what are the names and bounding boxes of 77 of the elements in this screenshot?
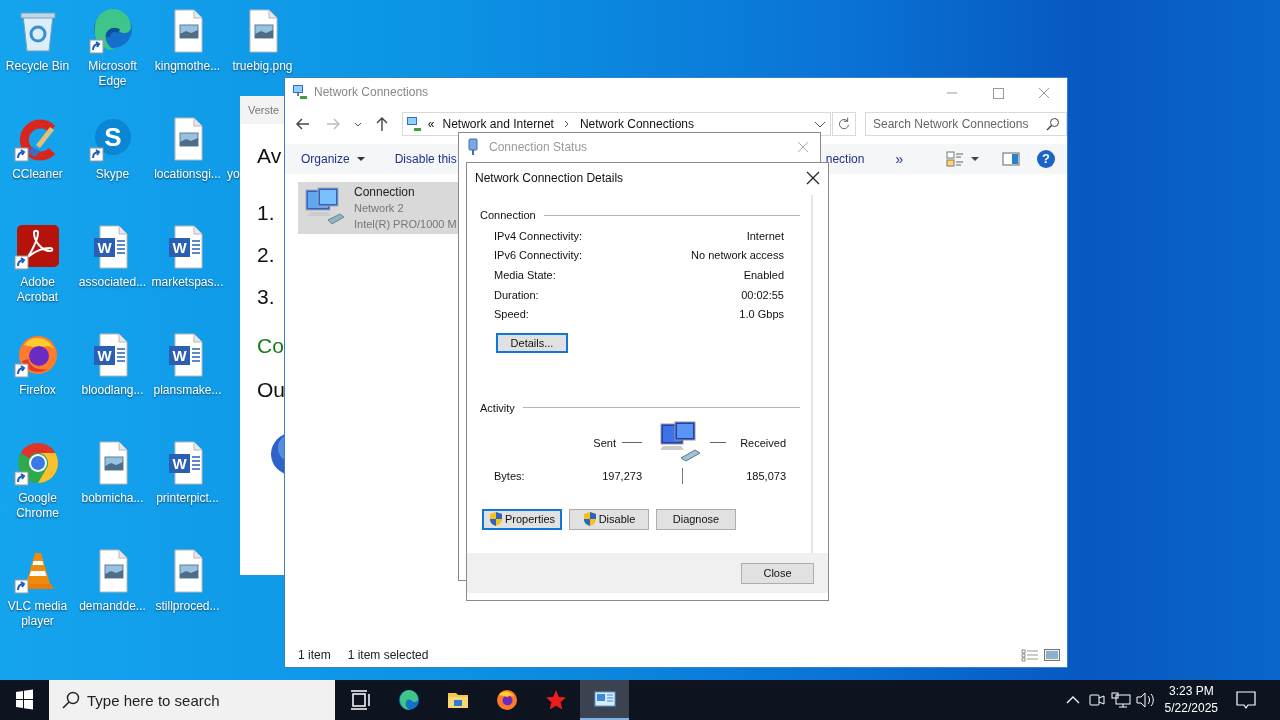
page-text: 3. xyxy=(257,284,275,310)
item-device: Intel(R) PRO/1000 M xyxy=(354,217,457,232)
icon-label[interactable]: Skype xyxy=(95,167,130,182)
overflow-button[interactable]: « xyxy=(427,117,435,131)
search-icon xyxy=(61,690,81,710)
icon-label[interactable]: printerpict... xyxy=(156,491,219,506)
breadcrumb[interactable]: Network and Internet xyxy=(442,117,554,131)
search-icon xyxy=(1045,116,1061,132)
shield-icon xyxy=(582,511,597,528)
page-text: Ou xyxy=(257,377,284,403)
help-button[interactable]: ? xyxy=(1037,150,1055,168)
acrobat-icon[interactable] xyxy=(13,223,62,271)
field-label: Duration: xyxy=(494,288,539,301)
search-field[interactable]: Search Network Connections xyxy=(865,112,1067,136)
large-icons-view-button[interactable] xyxy=(1043,648,1061,662)
page-text: Av xyxy=(257,143,282,169)
icon-label[interactable]: Microsoft Edge xyxy=(75,59,150,89)
icon-label[interactable]: kingmothe... xyxy=(154,59,221,74)
shield-icon xyxy=(488,511,503,528)
field-value: Internet xyxy=(746,229,784,242)
breadcrumb[interactable]: Network Connections xyxy=(579,117,694,131)
status-text: 1 item xyxy=(298,648,331,662)
field-label: Media State: xyxy=(494,269,556,281)
network-folder-icon xyxy=(292,84,308,100)
field-value: Enabled xyxy=(743,269,784,281)
preview-pane-button[interactable] xyxy=(1001,149,1021,169)
action-button[interactable]: Diagnose xyxy=(656,508,736,530)
icon-label[interactable]: associated... xyxy=(78,275,147,290)
search-field[interactable]: Type here to search xyxy=(49,680,335,720)
icon-label[interactable]: marketspas... xyxy=(151,275,224,290)
icon-label[interactable]: stillproced... xyxy=(155,599,220,614)
field-value: No network access xyxy=(691,249,784,262)
network-folder-icon xyxy=(405,116,422,132)
field-label: Speed: xyxy=(494,308,529,321)
icon-label[interactable]: demandde... xyxy=(79,599,146,614)
refresh-button[interactable] xyxy=(832,112,856,136)
star-icon xyxy=(543,688,568,712)
page-text: Co xyxy=(257,333,284,359)
edge-icon xyxy=(396,688,421,712)
dialog-title: Network Connection Details xyxy=(475,171,625,185)
command-button[interactable]: nection xyxy=(819,148,871,170)
item-name: Connection xyxy=(354,184,416,200)
action-button[interactable]: Disable xyxy=(569,508,649,530)
network-cable-icon xyxy=(467,138,479,156)
more-commands-button[interactable]: » xyxy=(889,147,910,171)
icon-label[interactable]: bobmicha... xyxy=(81,491,144,506)
field-value: 185,073 xyxy=(745,469,786,482)
group-heading: Activity xyxy=(480,401,515,414)
activity-label: Received xyxy=(740,436,786,449)
taskbar-button[interactable] xyxy=(580,680,629,720)
field-value: 00:02:55 xyxy=(741,288,784,301)
icon-label[interactable]: bloodlang... xyxy=(81,383,144,398)
details-button[interactable]: Details... xyxy=(496,332,568,353)
firefox-icon xyxy=(494,688,519,712)
icon-label[interactable]: yo xyxy=(227,167,240,182)
item-network: Network 2 xyxy=(354,201,405,216)
activity-label: Sent xyxy=(593,436,616,449)
icon-label[interactable]: locationsgi... xyxy=(154,167,221,182)
icon-label[interactable]: plansmake... xyxy=(153,383,222,398)
icon-label[interactable]: truebig.png xyxy=(232,59,293,74)
field-label: Bytes: xyxy=(494,469,526,482)
page-text: 2. xyxy=(257,242,275,268)
command-button[interactable]: Organize xyxy=(295,148,372,170)
field-value: 1.0 Gbps xyxy=(739,308,784,321)
status-text: 1 item selected xyxy=(347,648,429,662)
close-button[interactable]: Close xyxy=(741,562,814,584)
dropdown-icon xyxy=(355,155,366,163)
field-value: 197,273 xyxy=(601,469,643,482)
field-label: IPv6 Connectivity: xyxy=(494,249,583,262)
dialog-title: Connection Status xyxy=(489,140,589,154)
command-button[interactable]: Disable this xyxy=(388,148,463,170)
window-title: Network Connections xyxy=(314,85,430,99)
field-label: IPv4 Connectivity: xyxy=(494,229,583,242)
action-button[interactable]: Properties xyxy=(482,508,562,530)
clock[interactable]: 3:23 PM 5/22/2025 xyxy=(1164,683,1218,717)
page-text: 1. xyxy=(257,200,275,226)
window-title: Verste xyxy=(240,96,284,124)
